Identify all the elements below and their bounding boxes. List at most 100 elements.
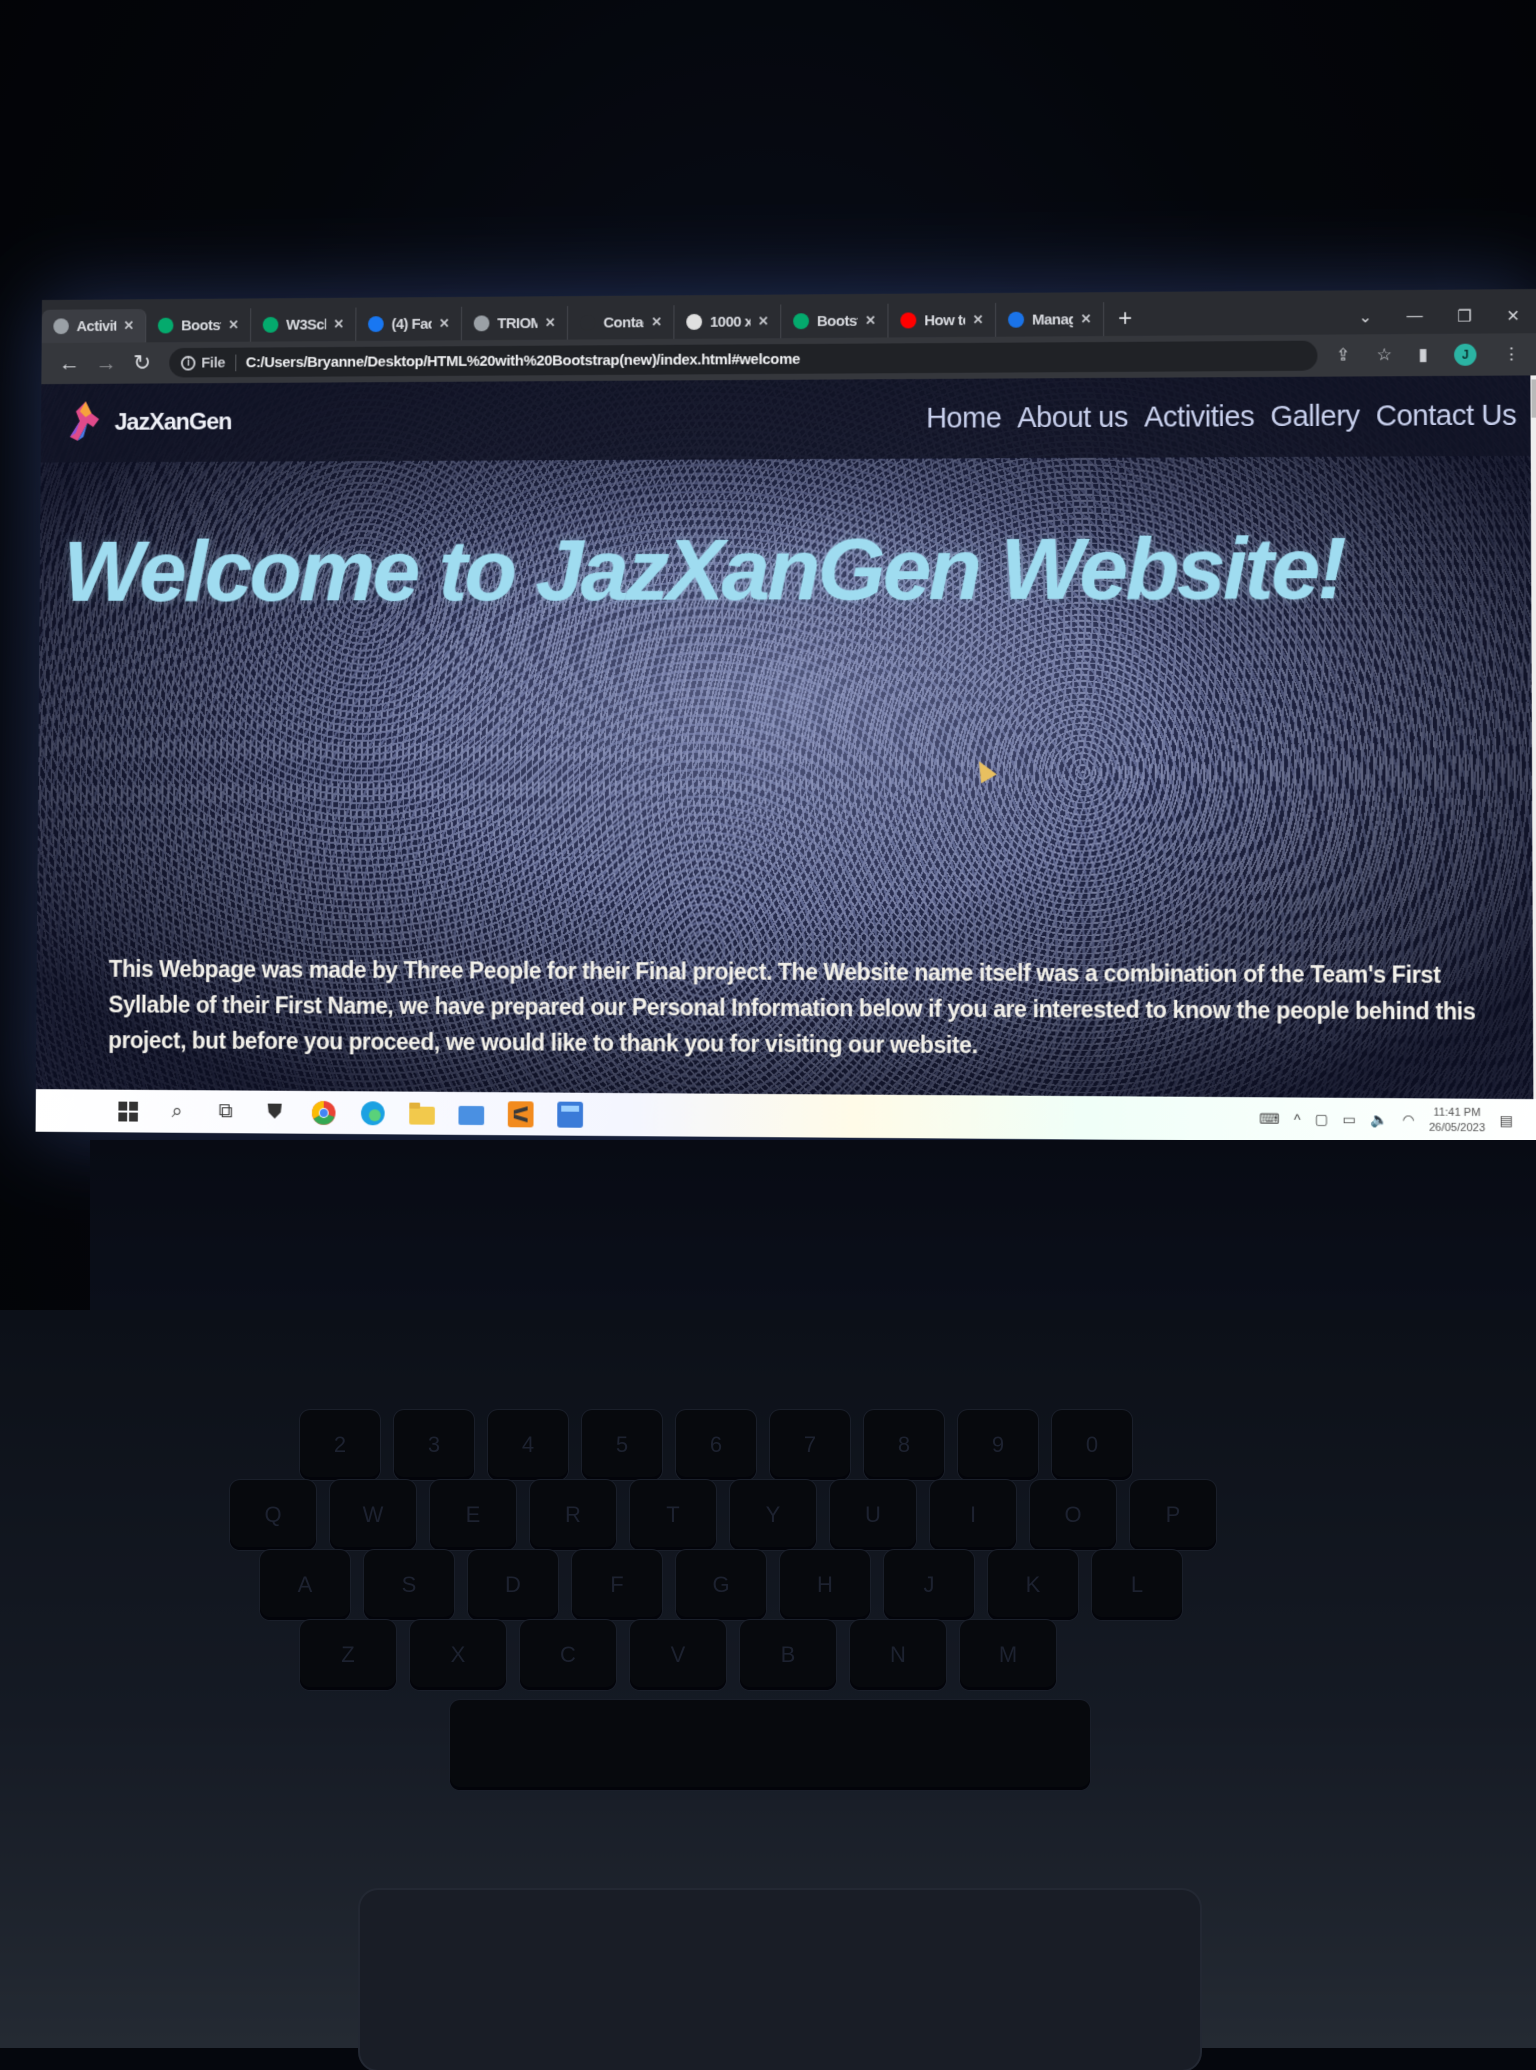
browser-tab[interactable]: (4) Face ✕: [356, 306, 463, 341]
chevron-up-icon[interactable]: ^: [1294, 1111, 1301, 1127]
url-text[interactable]: C:/Users/Bryanne/Desktop/HTML%20with%20B…: [246, 350, 800, 370]
close-tab-icon[interactable]: ✕: [651, 314, 661, 330]
key[interactable]: 2: [300, 1410, 380, 1480]
key[interactable]: G: [676, 1550, 766, 1620]
key[interactable]: 6: [676, 1410, 756, 1480]
restore-button[interactable]: ❐: [1457, 307, 1472, 327]
taskbar-clock[interactable]: 11:41 PM 26/05/2023: [1429, 1105, 1485, 1136]
browser-tab[interactable]: Activity ✕: [41, 309, 147, 344]
back-arrow-icon[interactable]: ←: [59, 351, 80, 377]
close-tab-icon[interactable]: ✕: [124, 318, 134, 334]
sublime-text-icon[interactable]: [506, 1099, 536, 1129]
brand[interactable]: JazXanGen: [64, 397, 232, 449]
key[interactable]: F: [572, 1550, 662, 1620]
browser-tab[interactable]: Contact ✕: [567, 305, 675, 340]
close-tab-icon[interactable]: ✕: [973, 312, 983, 328]
key[interactable]: C: [520, 1620, 616, 1690]
notification-center-icon[interactable]: ▤: [1499, 1112, 1513, 1129]
trackpad[interactable]: [360, 1890, 1200, 2070]
key[interactable]: N: [850, 1620, 946, 1690]
close-window-button[interactable]: ✕: [1506, 306, 1520, 326]
key[interactable]: P: [1130, 1480, 1216, 1550]
key[interactable]: J: [884, 1550, 974, 1620]
key[interactable]: B: [740, 1620, 836, 1690]
key[interactable]: Z: [300, 1620, 396, 1690]
key[interactable]: O: [1030, 1480, 1116, 1550]
browser-tab[interactable]: Bootstra ✕: [781, 303, 889, 339]
nav-link-home[interactable]: Home: [926, 402, 1001, 435]
browser-tab[interactable]: W3Scho ✕: [251, 307, 357, 342]
key[interactable]: L: [1092, 1550, 1182, 1620]
meet-now-icon[interactable]: ▢: [1315, 1111, 1328, 1128]
key[interactable]: Y: [730, 1480, 816, 1550]
key[interactable]: A: [260, 1550, 350, 1620]
key[interactable]: 8: [864, 1410, 944, 1480]
browser-tab[interactable]: TRIOMA ✕: [461, 306, 569, 341]
close-tab-icon[interactable]: ✕: [439, 316, 449, 332]
share-icon[interactable]: ⇪: [1336, 345, 1350, 365]
nav-link-gallery[interactable]: Gallery: [1270, 400, 1359, 434]
windows-start-icon[interactable]: [113, 1096, 142, 1126]
key[interactable]: D: [468, 1550, 558, 1620]
nav-link-activities[interactable]: Activities: [1144, 401, 1254, 435]
key[interactable]: V: [630, 1620, 726, 1690]
profile-avatar[interactable]: J: [1454, 343, 1477, 366]
close-tab-icon[interactable]: ✕: [228, 317, 238, 333]
key[interactable]: S: [364, 1550, 454, 1620]
browser-tab[interactable]: Bootstra ✕: [146, 308, 252, 343]
close-tab-icon[interactable]: ✕: [865, 313, 875, 329]
key[interactable]: T: [630, 1480, 716, 1550]
app-launcher-icon[interactable]: [555, 1099, 585, 1129]
extension-icon[interactable]: ▮: [1418, 345, 1428, 365]
w3schools-icon: [157, 317, 174, 334]
key[interactable]: I: [930, 1480, 1016, 1550]
key[interactable]: 0: [1052, 1410, 1132, 1480]
store-icon[interactable]: [456, 1098, 486, 1128]
key[interactable]: 4: [488, 1410, 568, 1480]
keyboard-layout-icon[interactable]: ⌨: [1259, 1110, 1280, 1127]
key[interactable]: 9: [958, 1410, 1038, 1480]
key[interactable]: W: [330, 1480, 416, 1550]
close-tab-icon[interactable]: ✕: [545, 315, 555, 331]
spacebar-key[interactable]: [450, 1700, 1090, 1790]
bookmark-star-icon[interactable]: ☆: [1376, 345, 1391, 365]
menu-kebab-icon[interactable]: ⋮: [1503, 344, 1520, 364]
site-info-badge[interactable]: i File: [180, 354, 236, 372]
key[interactable]: Q: [230, 1480, 316, 1550]
key[interactable]: 7: [770, 1410, 850, 1480]
address-bar[interactable]: i File C:/Users/Bryanne/Desktop/HTML%20w…: [169, 340, 1318, 378]
task-view-icon[interactable]: ⧉: [211, 1097, 241, 1127]
reload-icon[interactable]: ↻: [132, 350, 152, 376]
browser-tab[interactable]: How to ✕: [888, 302, 997, 338]
close-tab-icon[interactable]: ✕: [333, 316, 343, 332]
chrome-icon[interactable]: [309, 1097, 339, 1127]
new-tab-button[interactable]: +: [1104, 302, 1146, 336]
tab-search-icon[interactable]: ⌄: [1359, 307, 1373, 327]
forward-arrow-icon[interactable]: →: [96, 350, 117, 376]
scrollbar-thumb[interactable]: [1531, 379, 1536, 418]
key[interactable]: U: [830, 1480, 916, 1550]
browser-tab[interactable]: 1000 x 1 ✕: [674, 304, 782, 339]
volume-muted-icon[interactable]: 🔈: [1370, 1111, 1388, 1128]
key[interactable]: M: [960, 1620, 1056, 1690]
key[interactable]: 3: [394, 1410, 474, 1480]
security-shield-icon[interactable]: ⛊: [260, 1097, 290, 1127]
file-explorer-icon[interactable]: [407, 1098, 437, 1128]
key[interactable]: K: [988, 1550, 1078, 1620]
close-tab-icon[interactable]: ✕: [1081, 311, 1091, 327]
battery-icon[interactable]: ▭: [1342, 1111, 1356, 1128]
key[interactable]: E: [430, 1480, 516, 1550]
nav-link-about-us[interactable]: About us: [1017, 401, 1128, 434]
browser-tab[interactable]: Manage ✕: [996, 302, 1105, 337]
nav-link-contact-us[interactable]: Contact Us: [1376, 399, 1517, 433]
search-icon[interactable]: ⌕: [162, 1096, 191, 1126]
key[interactable]: 5: [582, 1410, 662, 1480]
minimize-button[interactable]: —: [1407, 308, 1423, 326]
wifi-icon[interactable]: ◠: [1402, 1111, 1415, 1128]
edge-icon[interactable]: [358, 1098, 388, 1128]
chrome-globe-icon: [473, 315, 490, 332]
key[interactable]: X: [410, 1620, 506, 1690]
key[interactable]: H: [780, 1550, 870, 1620]
key[interactable]: R: [530, 1480, 616, 1550]
close-tab-icon[interactable]: ✕: [758, 313, 768, 329]
